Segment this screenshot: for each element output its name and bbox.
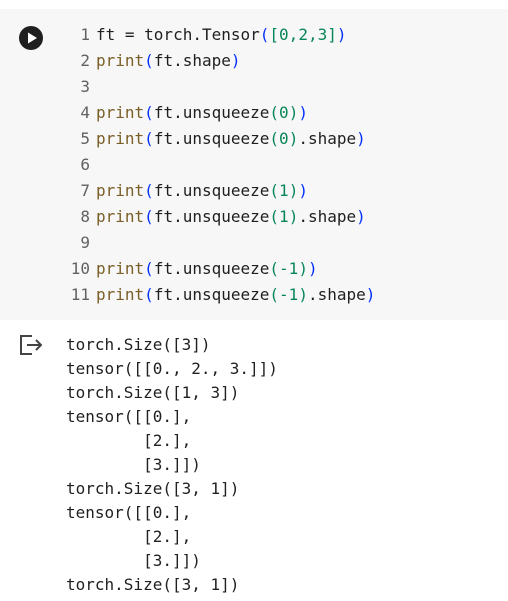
line-number: 2 [80,51,90,70]
code-token: ft.unsqueeze [153,285,270,304]
code-token: ( [269,181,280,200]
code-token: ft.unsqueeze [153,129,270,148]
output-line: torch.Size([3, 1]) [66,575,240,594]
code-token: ( [144,129,154,148]
output-line: torch.Size([1, 3]) [66,383,240,402]
code-token: print [96,181,145,200]
code-token: ) [288,103,299,122]
line-number: 1 [80,25,90,44]
line-number: 8 [80,207,90,226]
code-token: print [96,207,145,226]
code-line[interactable]: 3 [64,74,375,100]
code-token: print [96,285,145,304]
output-line: tensor([[0., 2., 3.]]) [66,359,278,378]
code-token: ft.unsqueeze [153,259,270,278]
code-token: ) [288,181,299,200]
output-line: [3.]]) [66,551,201,570]
code-token: ( [269,285,280,304]
code-token: print [96,51,145,70]
code-line[interactable]: 8 print(ft.unsqueeze(1).shape) [64,204,375,230]
code-token: .shape [307,285,366,304]
code-token: ( [269,129,280,148]
code-line[interactable]: 4 print(ft.unsqueeze(0)) [64,100,375,126]
code-token: ft.unsqueeze [153,207,270,226]
code-token: print [96,259,145,278]
line-number: 7 [80,181,90,200]
code-token: ft.unsqueeze [153,181,270,200]
code-token: ( [269,103,280,122]
line-number: 6 [80,155,90,174]
code-line[interactable]: 2 print(ft.shape) [64,48,375,74]
code-token: ft.shape [153,51,231,70]
output-line: torch.Size([3, 1]) [66,479,240,498]
code-token: ) [298,285,308,304]
code-token: ( [269,207,280,226]
code-token: ) [288,129,299,148]
code-token: ] [327,25,337,44]
run-cell-button[interactable] [19,26,43,50]
code-token: 1 [279,207,289,226]
code-editor[interactable]: 1 ft = torch.Tensor([0,2,3]) 2 print(ft.sha… [64,22,376,308]
code-token: ( [144,51,154,70]
output-line: tensor([[0.], [66,503,192,522]
code-token: ( [144,103,154,122]
code-token: ( [259,25,270,44]
code-token: ) [336,25,347,44]
output-line: tensor([[0.], [66,407,192,426]
output-line: torch.Size([3]) [66,335,211,354]
code-token: ( [144,259,154,278]
output-line: [2.], [66,527,192,546]
code-token: -1 [279,259,299,278]
code-token: ( [144,285,154,304]
line-number: 4 [80,103,90,122]
output-arrow-icon[interactable] [18,333,44,357]
code-token: ) [307,259,318,278]
line-number: 11 [70,285,90,304]
code-token: ) [298,103,308,122]
code-token: print [96,103,145,122]
code-token: [ [269,25,280,44]
line-number: 9 [80,233,90,252]
code-token: ( [144,207,154,226]
code-token: ft.unsqueeze [153,103,270,122]
code-token: 0 [279,129,289,148]
code-token: 0,2,3 [279,25,328,44]
code-token: print [96,129,145,148]
code-token: ) [298,259,308,278]
code-line[interactable]: 1 ft = torch.Tensor([0,2,3]) [64,22,375,48]
line-number: 10 [70,259,90,278]
code-line[interactable]: 9 [64,230,375,256]
code-line[interactable]: 5 print(ft.unsqueeze(0).shape) [64,126,375,152]
code-token: ) [288,207,299,226]
code-line[interactable]: 11 print(ft.unsqueeze(-1).shape) [64,282,376,308]
code-token: ft = torch.Tensor [96,25,260,44]
play-circle-icon [28,32,37,44]
code-line[interactable]: 6 [64,152,375,178]
cell-output: torch.Size([3]) tensor([[0., 2., 3.]]) tor… [66,333,278,597]
code-token: ) [365,285,376,304]
code-token: .shape [298,207,357,226]
line-number: 3 [80,77,90,96]
code-token: 0 [279,103,289,122]
code-token: ( [144,181,154,200]
code-token: ) [230,51,241,70]
output-line: [2.], [66,431,192,450]
line-number: 5 [80,129,90,148]
code-token: 1 [279,181,289,200]
code-token: -1 [279,285,299,304]
code-token: ) [356,207,366,226]
code-token: ) [356,129,366,148]
output-line: [3.]]) [66,455,201,474]
code-token: .shape [298,129,357,148]
code-token: ) [298,181,308,200]
code-line[interactable]: 10 print(ft.unsqueeze(-1)) [64,256,375,282]
code-line[interactable]: 7 print(ft.unsqueeze(1)) [64,178,375,204]
code-cell[interactable]: 1 ft = torch.Tensor([0,2,3]) 2 print(ft.sha… [0,9,508,320]
code-token: ( [269,259,280,278]
